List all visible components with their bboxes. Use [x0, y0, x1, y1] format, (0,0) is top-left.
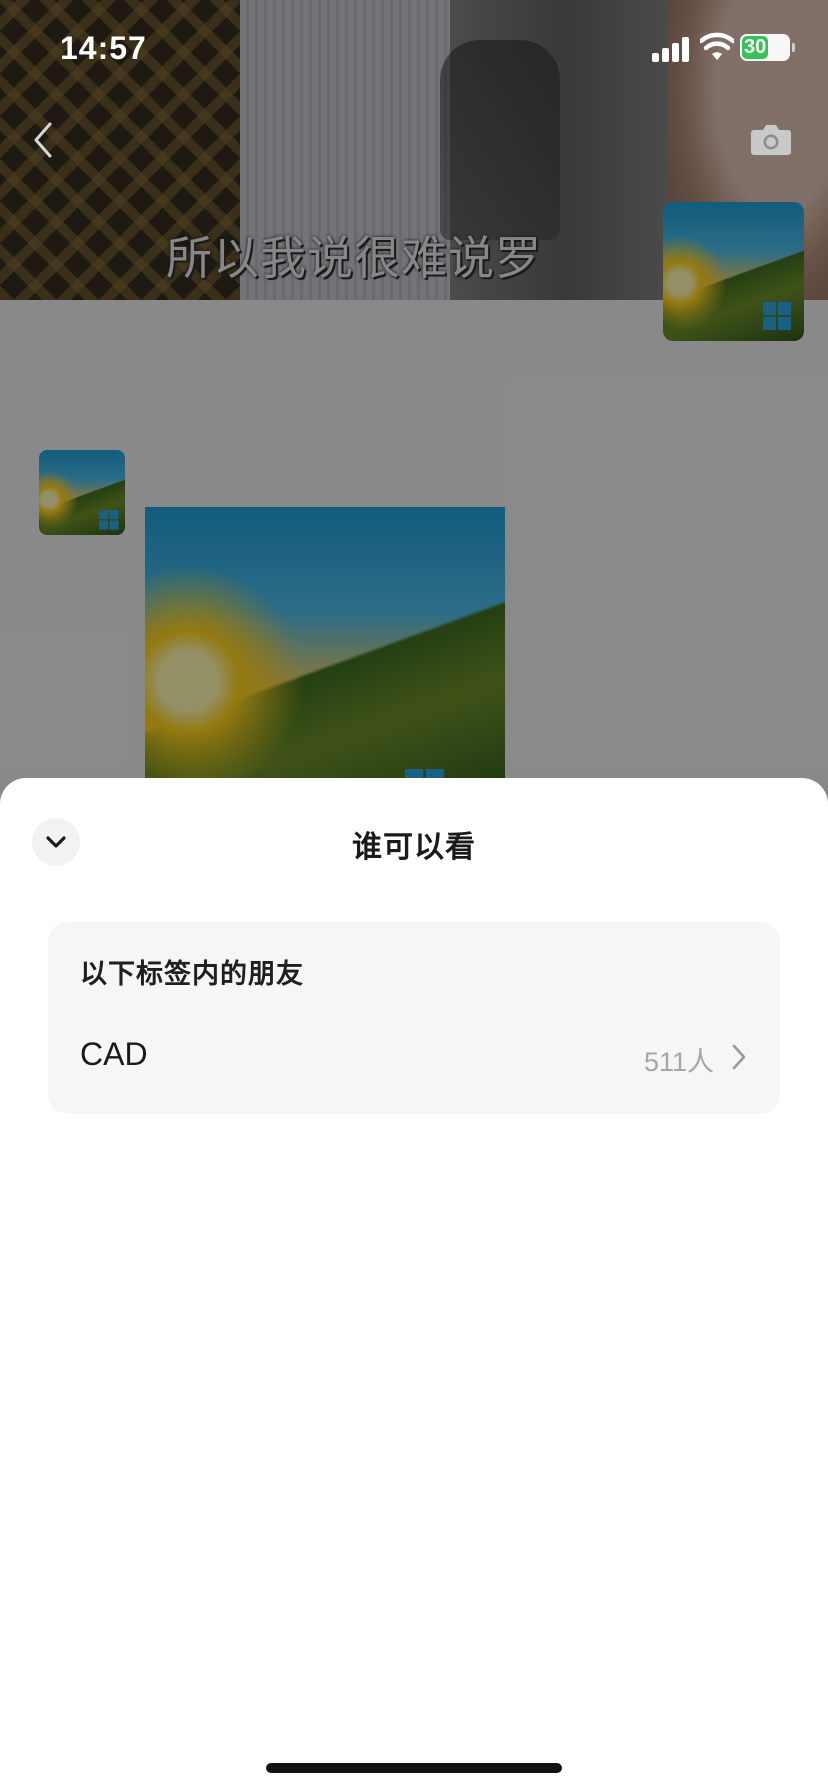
camera-icon[interactable]	[750, 122, 792, 156]
tag-member-count: 511人	[643, 1047, 714, 1077]
visibility-card: 以下标签内的朋友 CAD 511人	[48, 922, 780, 1114]
tag-row[interactable]: CAD 511人	[48, 1026, 780, 1086]
battery-level: 30	[744, 36, 767, 58]
status-time: 14:57	[60, 30, 147, 66]
cellular-signal-icon	[652, 36, 692, 62]
sheet-title: 谁可以看	[352, 831, 476, 864]
chevron-right-icon	[732, 1044, 746, 1070]
wifi-icon	[700, 32, 734, 60]
section-heading: 以下标签内的朋友	[80, 959, 304, 989]
home-indicator	[266, 1763, 562, 1773]
status-bar: 14:57 30	[0, 0, 828, 96]
back-arrow-icon[interactable]	[28, 118, 58, 162]
battery-icon: 30	[740, 34, 795, 61]
visibility-sheet: 谁可以看 以下标签内的朋友 CAD 511人	[0, 778, 828, 1792]
tag-name: CAD	[80, 1036, 148, 1072]
